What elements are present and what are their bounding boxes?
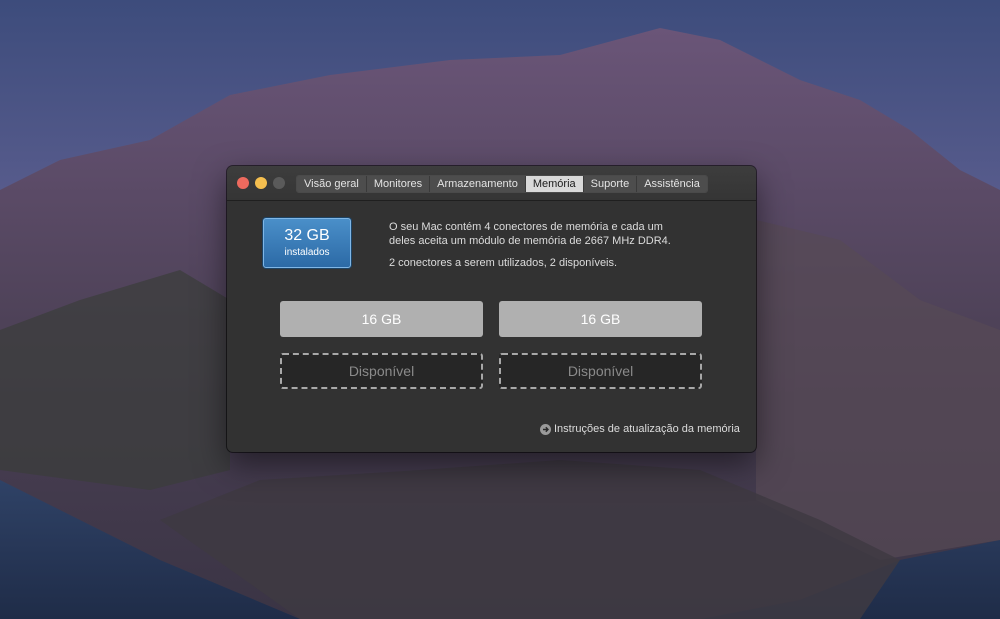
memory-slot-1: 16 GB (280, 301, 483, 337)
zoom-window-button[interactable] (273, 177, 285, 189)
minimize-window-button[interactable] (255, 177, 267, 189)
memory-description-line-1: O seu Mac contém 4 conectores de memória… (389, 221, 663, 233)
installed-memory-badge: 32 GB instalados (263, 218, 351, 268)
installed-memory-label: instalados (284, 247, 330, 258)
memory-upgrade-instructions-link[interactable]: Instruções de atualização da memória (540, 423, 740, 435)
memory-slot-4: Disponível (499, 353, 702, 389)
title-bar: Visão geral Monitores Armazenamento Memó… (227, 166, 756, 201)
memory-slot-2: 16 GB (499, 301, 702, 337)
about-this-mac-window: Visão geral Monitores Armazenamento Memó… (227, 166, 756, 452)
tab-service[interactable]: Assistência (636, 176, 707, 192)
memory-slot-3: Disponível (280, 353, 483, 389)
memory-description: O seu Mac contém 4 conectores de memória… (389, 220, 729, 270)
memory-upgrade-instructions-label: Instruções de atualização da memória (554, 423, 740, 435)
close-window-button[interactable] (237, 177, 249, 189)
memory-slots-usage: 2 conectores a serem utilizados, 2 dispo… (389, 257, 618, 269)
tab-support[interactable]: Suporte (582, 176, 637, 192)
tab-memory[interactable]: Memória (524, 176, 583, 192)
tab-storage[interactable]: Armazenamento (429, 176, 525, 192)
tab-displays[interactable]: Monitores (365, 176, 430, 192)
installed-memory-total: 32 GB (284, 227, 330, 244)
tab-bar: Visão geral Monitores Armazenamento Memó… (296, 175, 708, 193)
memory-description-line-2: deles aceita um módulo de memória de 266… (389, 235, 671, 247)
arrow-right-circle-icon (540, 423, 551, 435)
tab-overview[interactable]: Visão geral (297, 176, 366, 192)
